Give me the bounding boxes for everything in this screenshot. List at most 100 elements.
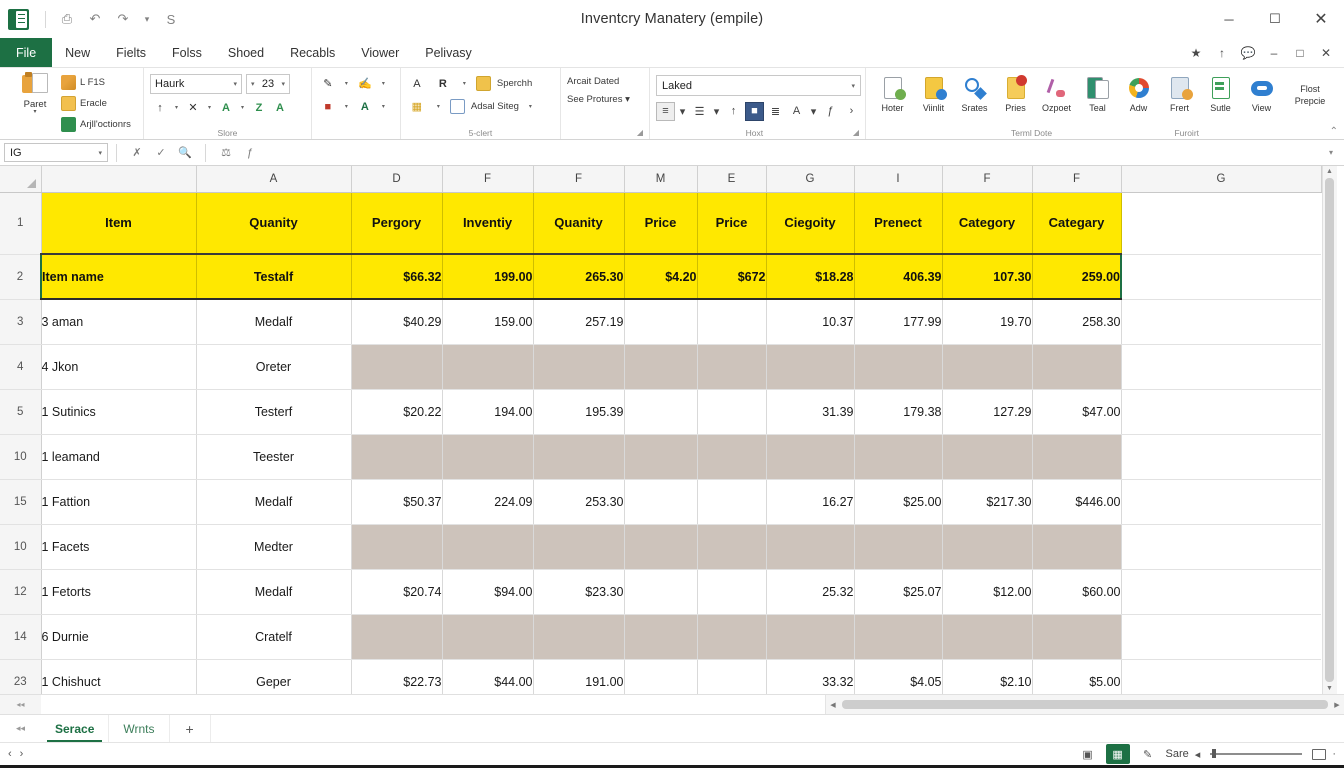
sheet-tab-serace[interactable]: Serace [41,715,110,742]
table-cell[interactable]: $25.07 [854,569,943,615]
table-cell[interactable] [766,524,855,570]
row-header[interactable]: 10 [0,524,42,570]
paste-button[interactable]: Paret ▾ [12,70,58,115]
highlighter-icon[interactable]: ✍ [355,74,375,93]
table-cell[interactable]: $22.73 [351,659,443,694]
table-cell[interactable]: $4.20 [624,254,698,300]
prev-button[interactable]: ‹ [8,748,12,760]
empty-cell[interactable] [1121,479,1321,525]
table-cell[interactable] [1032,344,1122,390]
empty-cell[interactable] [1121,389,1321,435]
row-header[interactable]: 1 [0,192,42,255]
table-cell[interactable] [624,524,698,570]
horizontal-scroll-thumb[interactable] [842,700,1328,709]
table-cell[interactable] [624,614,698,660]
chevron-down-icon[interactable]: ▾ [525,97,536,116]
table-cell[interactable] [697,389,767,435]
table-cell[interactable]: Teester [196,434,352,480]
table-cell[interactable] [533,614,625,660]
row-header[interactable]: 2 [0,254,42,300]
table-cell[interactable]: $672 [697,254,767,300]
cell-style-select[interactable]: Laked ▾ [656,75,861,96]
cells-item-prepcie[interactable]: Flost Prepcie [1282,73,1338,106]
table-cell[interactable] [1032,434,1122,480]
row-header[interactable]: 14 [0,614,42,660]
table-cell[interactable] [942,344,1033,390]
table-cell[interactable]: $12.00 [942,569,1033,615]
table-cell[interactable]: $25.00 [854,479,943,525]
format-painter-button[interactable]: Arjll'octionrs [61,115,131,134]
zoom-out-icon[interactable]: ◂ [1195,748,1201,761]
table-cell[interactable] [351,614,443,660]
table-cell[interactable]: $94.00 [442,569,534,615]
table-cell[interactable] [942,434,1033,480]
row-header[interactable]: 23 [0,659,42,694]
table-cell[interactable]: Medter [196,524,352,570]
more-styles-icon[interactable]: › [842,102,861,121]
page-layout-icon[interactable]: ▦ [1105,744,1130,764]
column-title-cell[interactable]: Categary [1032,192,1122,255]
empty-cell[interactable] [1121,434,1321,480]
cut-button[interactable]: L F1S [61,73,131,92]
table-cell[interactable]: Testalf [196,254,352,300]
collapse-ribbon-icon[interactable]: ⌃ [1330,126,1338,137]
table-cell[interactable]: Medalf [196,569,352,615]
column-header-g2[interactable]: G [1121,166,1322,193]
cells-item-viinlit[interactable]: Viinlit [913,73,954,113]
chevron-down-icon[interactable]: ▾ [33,109,36,115]
table-cell[interactable] [1032,614,1122,660]
close-ribbon-icon[interactable]: ✕ [1314,41,1338,65]
share-icon[interactable]: ↑ [1210,41,1234,65]
stamp-icon[interactable]: ⚖ [214,143,238,163]
name-box[interactable]: IG ▾ [4,143,108,162]
table-cell[interactable]: 179.38 [854,389,943,435]
column-header-f3[interactable]: F [942,166,1033,193]
chevron-down-icon[interactable]: ▾ [171,98,182,117]
column-header-m[interactable]: M [624,166,698,193]
table-cell[interactable]: Medalf [196,299,352,345]
table-cell[interactable]: $20.74 [351,569,443,615]
table-cell[interactable]: $66.32 [351,254,443,300]
page-break-icon[interactable]: ✎ [1136,744,1160,764]
sheet-nav-left-icon[interactable]: ◂◂ [0,700,41,709]
table-cell[interactable] [624,659,698,694]
table-cell[interactable] [624,434,698,480]
underline-icon[interactable]: A [270,98,290,117]
empty-cell[interactable] [1121,344,1321,390]
table-cell[interactable] [442,434,534,480]
row-header[interactable]: 12 [0,569,42,615]
table-cell[interactable] [697,479,767,525]
table-cell[interactable]: 107.30 [942,254,1033,300]
sort-ascending-icon[interactable]: ↑ [724,102,743,121]
column-title-cell[interactable]: Pergory [351,192,443,255]
table-cell[interactable]: 3 aman [41,299,197,345]
table-cell[interactable] [766,614,855,660]
table-cell[interactable] [351,524,443,570]
number-percent-label[interactable]: See Protures ▾ [567,94,630,105]
accept-icon[interactable]: ✓ [149,143,173,163]
expand-formula-bar-icon[interactable]: ▾ [1322,148,1340,157]
scroll-left-icon[interactable]: ◀ [826,701,840,709]
table-cell[interactable] [766,344,855,390]
table-cell[interactable] [624,569,698,615]
table-cell[interactable]: $217.30 [942,479,1033,525]
table-cell[interactable]: 265.30 [533,254,625,300]
function-icon[interactable]: ƒ [821,102,840,121]
table-cell[interactable] [766,434,855,480]
minimize-ribbon-icon[interactable]: – [1262,41,1286,65]
scroll-up-icon[interactable]: ▲ [1326,168,1333,175]
column-header-f2[interactable]: F [533,166,625,193]
table-cell[interactable]: $44.00 [442,659,534,694]
cells-item-adw[interactable]: Adw [1118,73,1159,113]
vertical-scroll-thumb[interactable] [1325,178,1334,682]
redo-icon[interactable]: ↷ [110,6,136,32]
empty-cell[interactable] [1121,192,1321,255]
cells-item-sutle[interactable]: Sutle [1200,73,1241,113]
chevron-down-icon[interactable]: ▾ [378,97,389,116]
cell-styles-icon[interactable]: ■ [745,101,764,121]
text-style-icon[interactable]: A [787,102,806,121]
cells-item-view[interactable]: View [1241,73,1282,113]
table-cell[interactable] [442,344,534,390]
bold-icon[interactable]: A [216,98,236,117]
close-button[interactable]: ✕ [1298,0,1344,38]
